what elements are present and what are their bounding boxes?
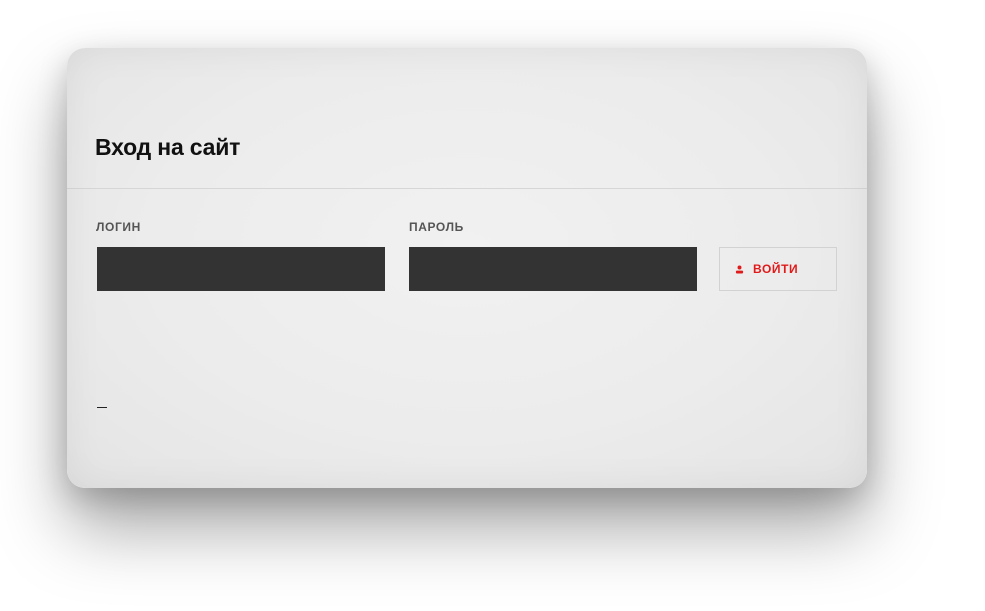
login-input[interactable] [97,247,385,291]
user-icon [735,265,744,273]
password-input[interactable] [409,247,697,291]
login-button[interactable]: ВОЙТИ [719,247,837,291]
password-label: ПАРОЛЬ [409,220,464,234]
header-divider [67,188,867,189]
text-cursor-mark [97,407,107,408]
login-label: ЛОГИН [96,220,141,234]
dialog-title: Вход на сайт [95,134,241,160]
login-dialog: Вход на сайт ЛОГИН ПАРОЛЬ ВОЙТИ [67,48,867,488]
page-background: Вход на сайт ЛОГИН ПАРОЛЬ ВОЙТИ [0,0,985,611]
login-button-label: ВОЙТИ [753,262,799,276]
